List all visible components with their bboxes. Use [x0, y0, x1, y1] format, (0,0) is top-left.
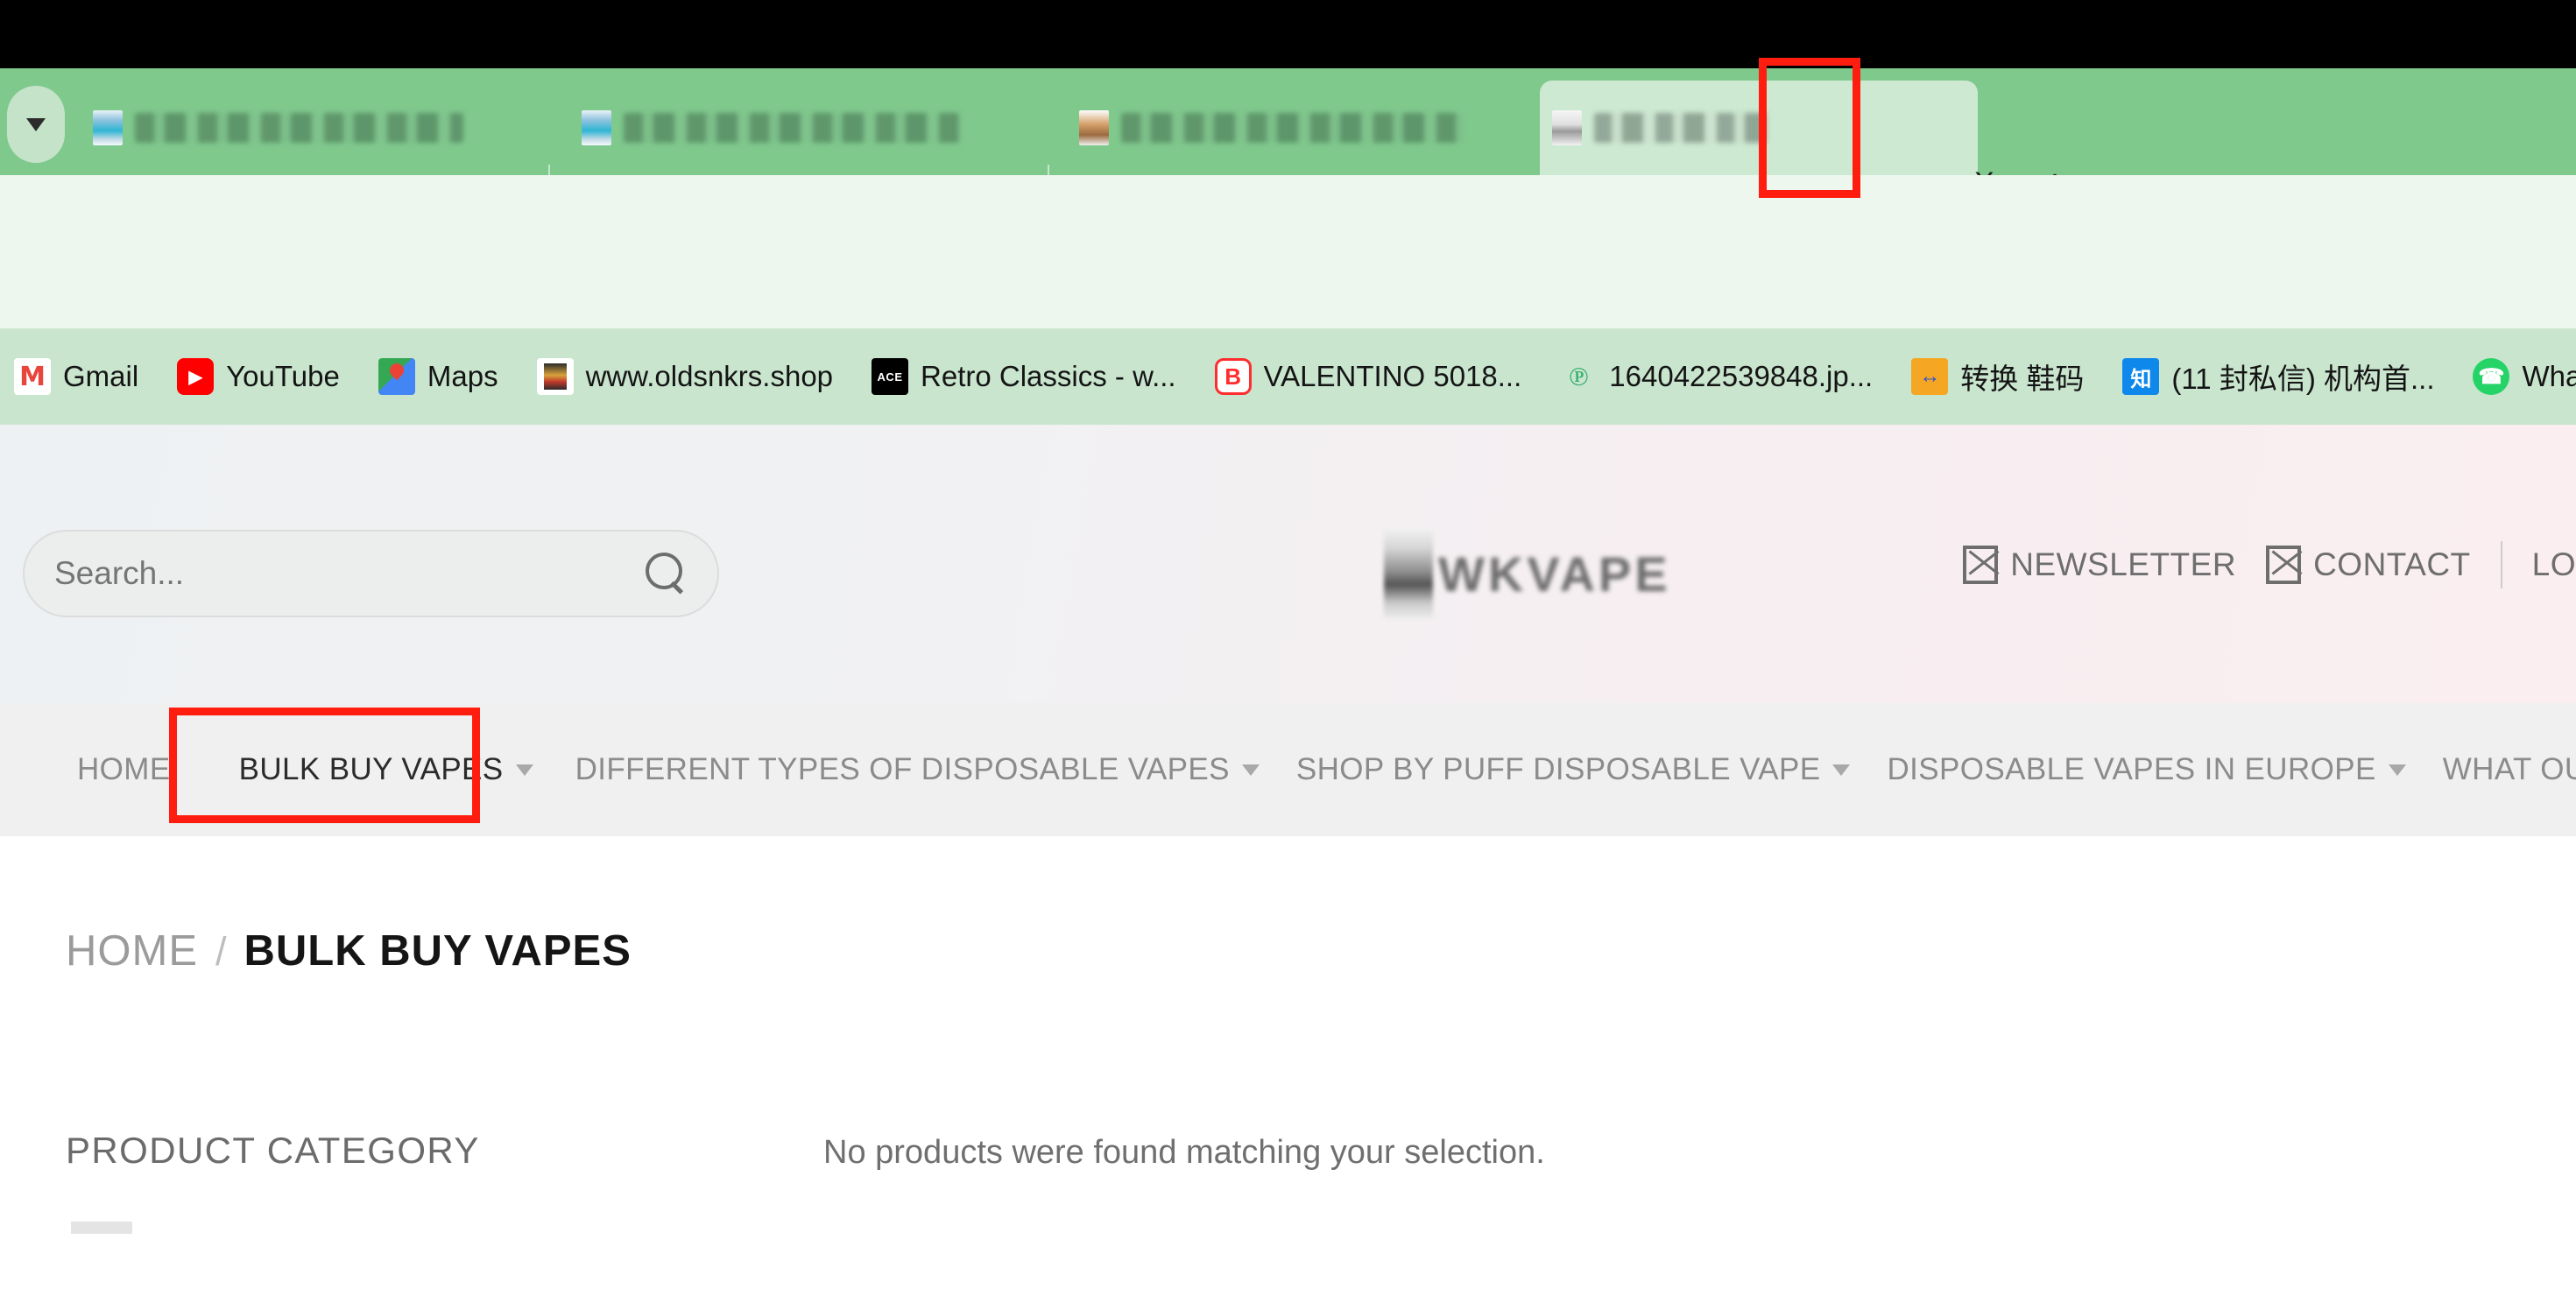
bookmark-item[interactable]: B VALENTINO 5018... [1214, 358, 1522, 395]
youtube-icon: ▶ [177, 358, 215, 395]
bookmark-item[interactable]: ▶ YouTube [177, 358, 340, 395]
chevron-down-icon [515, 764, 533, 776]
zhihu-icon: 知 [2122, 358, 2160, 395]
bookmark-label: VALENTINO 5018... [1263, 360, 1522, 392]
ace-icon: ACE [872, 358, 909, 395]
nav-item-customers-say[interactable]: WHAT OUR CUSTOMERS SAY? [2443, 752, 2576, 787]
breadcrumb-current: BULK BUY VAPES [243, 927, 632, 975]
browser-tab[interactable] [569, 81, 1025, 175]
site-favicon [1079, 110, 1109, 145]
nav-item-bulk-buy-vapes[interactable]: BULK BUY VAPES [239, 752, 533, 787]
nav-label: DIFFERENT TYPES OF DISPOSABLE VAPES [575, 752, 1230, 786]
nav-item-shop-by-puff[interactable]: SHOP BY PUFF DISPOSABLE VAPE [1296, 752, 1851, 787]
convert-icon: ↔ [1911, 358, 1949, 395]
bookmark-label: (11 封私信) 机构首... [2171, 363, 2435, 395]
vape-device-icon [1384, 528, 1433, 619]
b-icon: B [1214, 358, 1252, 395]
main-navigation: HOME BULK BUY VAPES DIFFERENT TYPES OF D… [0, 703, 2576, 836]
contact-label: CONTACT [2313, 546, 2471, 582]
whatsapp-icon: ☎ [2473, 358, 2510, 395]
site-favicon [582, 110, 611, 145]
bookmark-label: WhatsApp [2522, 360, 2576, 392]
empty-results-message: No products were found matching your sel… [823, 1134, 1545, 1171]
login-label: LO [2531, 546, 2576, 582]
bookmark-label: YouTube [226, 360, 340, 392]
tab-search-dropdown-button[interactable] [7, 86, 65, 163]
breadcrumb-separator: / [215, 929, 227, 974]
breadcrumb-home-link[interactable]: HOME [66, 926, 198, 975]
login-link[interactable]: LO [2532, 546, 2576, 583]
tab-title-blurred [1121, 113, 1463, 143]
search-icon[interactable] [642, 551, 688, 596]
product-category-heading: PRODUCT CATEGORY [66, 1130, 480, 1171]
browser-tab-active[interactable] [1540, 81, 1978, 175]
p-icon: ℗ [1560, 358, 1598, 395]
browser-toolbar: ← → ↻ ategory/bulk-buy-vapes/ [0, 175, 2576, 468]
nav-label: WHAT OUR CUSTOMERS SAY? [2442, 752, 2576, 786]
site-favicon [93, 110, 123, 145]
nav-label: BULK BUY VAPES [238, 752, 504, 786]
site-logo[interactable]: WKVAPE [1384, 525, 1726, 622]
oldsnkrs-icon [536, 358, 574, 395]
browser-tab[interactable] [81, 81, 523, 175]
chevron-down-icon [26, 117, 46, 131]
bookmark-item[interactable]: ↔ 转换 鞋码 [1911, 356, 2084, 398]
bookmark-item[interactable]: ☎ WhatsApp [2473, 358, 2576, 395]
nav-label: HOME [77, 752, 171, 786]
tab-title-blurred [624, 113, 961, 143]
header-divider [2500, 541, 2502, 588]
tab-title-blurred [135, 113, 463, 143]
chevron-down-icon [2388, 764, 2406, 776]
google-maps-icon [378, 358, 415, 395]
doc-favicon [1552, 110, 1582, 145]
logo-wordmark: WKVAPE [1438, 546, 1671, 602]
bookmarks-bar: M Gmail ▶ YouTube Maps www.oldsnkrs.shop… [0, 328, 2576, 425]
bookmark-label: 转换 鞋码 [1960, 363, 2085, 395]
chevron-down-icon [1241, 764, 1260, 776]
envelope-icon [1963, 546, 1999, 584]
nav-item-different-types[interactable]: DIFFERENT TYPES OF DISPOSABLE VAPES [575, 752, 1260, 787]
contact-link[interactable]: CONTACT [2266, 546, 2471, 584]
search-input[interactable] [54, 555, 642, 592]
envelope-icon [2266, 546, 2302, 584]
nav-label: DISPOSABLE VAPES IN EUROPE [1887, 752, 2376, 786]
nav-label: SHOP BY PUFF DISPOSABLE VAPE [1295, 752, 1821, 786]
bookmark-label: Maps [427, 360, 498, 392]
gmail-icon: M [14, 358, 51, 395]
breadcrumb: HOME / BULK BUY VAPES [66, 926, 632, 975]
bookmark-item[interactable]: ACE Retro Classics - w... [872, 358, 1176, 395]
page-content [0, 836, 2576, 1310]
nav-item-home[interactable]: HOME [77, 752, 171, 787]
bookmark-label: www.oldsnkrs.shop [585, 360, 834, 392]
bookmark-label: 1640422539848.jp... [1609, 360, 1874, 392]
bookmark-item[interactable]: ℗ 1640422539848.jp... [1560, 358, 1873, 395]
newsletter-link[interactable]: NEWSLETTER [1963, 546, 2236, 584]
bookmark-label: Gmail [63, 360, 139, 392]
bookmark-label: Retro Classics - w... [921, 360, 1176, 392]
site-search-box[interactable] [23, 530, 719, 617]
bookmark-item[interactable]: 知 (11 封私信) 机构首... [2122, 356, 2434, 398]
nav-item-vapes-in-europe[interactable]: DISPOSABLE VAPES IN EUROPE [1887, 752, 2406, 787]
bookmark-item[interactable]: www.oldsnkrs.shop [536, 358, 834, 395]
browser-tab-strip: ✕ ✕ ✕ s归档 - Wkvape X + [0, 68, 2576, 209]
category-placeholder-bar [71, 1222, 132, 1234]
header-links: NEWSLETTER CONTACT LO [1963, 541, 2576, 588]
browser-tab[interactable] [1067, 81, 1522, 175]
newsletter-label: NEWSLETTER [2010, 546, 2237, 582]
chevron-down-icon [1832, 764, 1851, 776]
bookmark-item[interactable]: M Gmail [14, 358, 138, 395]
tab-title-blurred [1594, 113, 1769, 143]
os-top-strip [0, 0, 2576, 68]
bookmark-item[interactable]: Maps [378, 358, 498, 395]
